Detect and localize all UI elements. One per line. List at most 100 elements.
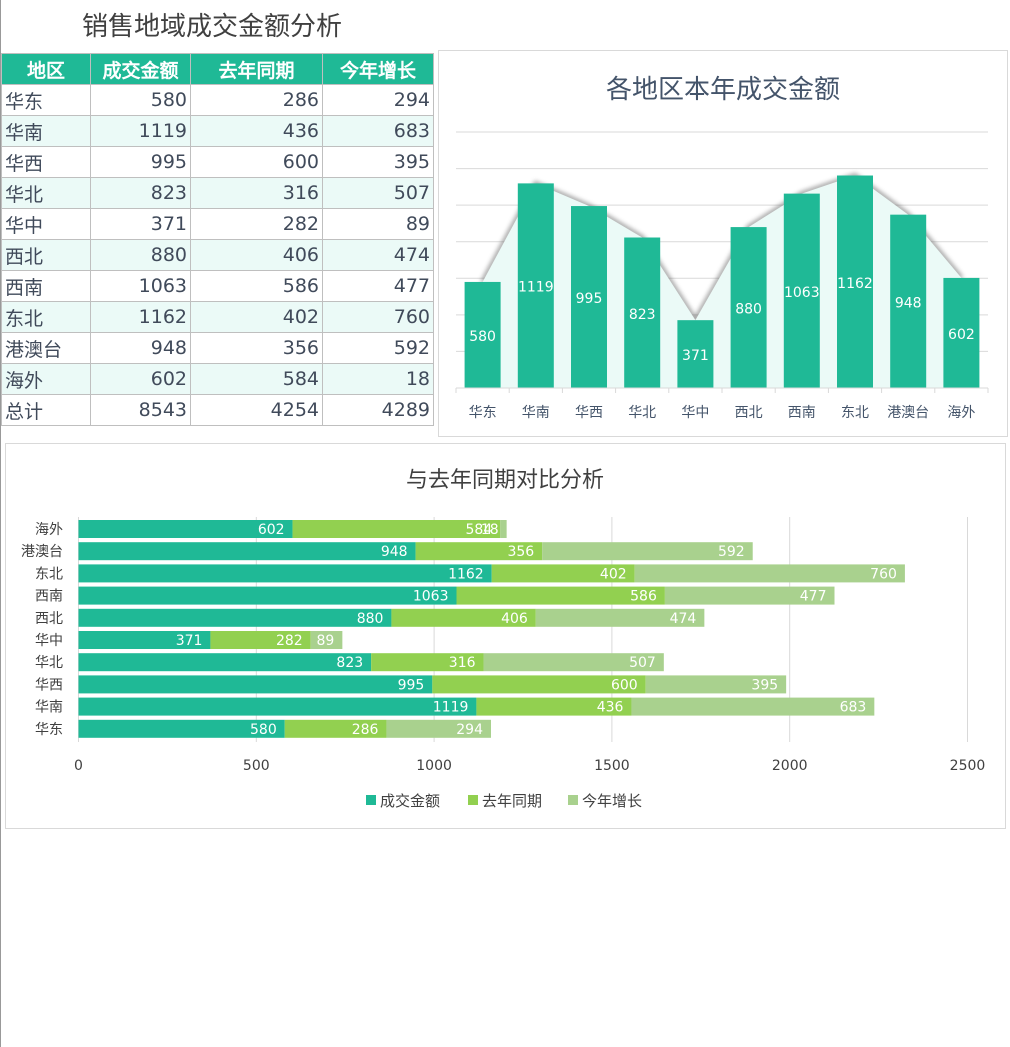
bar-segment — [78, 697, 477, 716]
table-cell: 总计 — [1, 394, 91, 426]
bar-segment — [634, 564, 905, 583]
data-label: 760 — [870, 566, 897, 582]
bar-segment — [78, 675, 433, 694]
table-cell: 282 — [190, 208, 323, 240]
table-cell: 477 — [322, 270, 434, 302]
x-tick-label: 1500 — [594, 758, 630, 774]
table-cell: 683 — [322, 115, 434, 147]
data-label: 316 — [449, 655, 476, 671]
data-label: 1162 — [837, 276, 873, 292]
column-header: 成交金额 — [90, 53, 191, 85]
table-row: 海外 602 584 18 — [1, 363, 434, 395]
legend-swatch — [366, 795, 376, 805]
table-cell: 1162 — [90, 301, 191, 333]
table-row: 华北 823 316 507 — [1, 177, 434, 209]
bar-segment — [78, 608, 392, 627]
data-label: 880 — [735, 302, 762, 318]
comparison-chart: 与去年同期对比分析 0 500 1000 1500 2000 2500 华东 580 286 294… — [21, 468, 985, 810]
data-label: 602 — [258, 522, 285, 538]
table-cell: 89 — [322, 208, 434, 240]
x-tick-label: 东北 — [841, 405, 869, 421]
table-cell: 华南 — [1, 115, 91, 147]
table-cell: 580 — [90, 84, 191, 116]
data-label: 600 — [611, 677, 638, 693]
x-tick-label: 华南 — [522, 405, 550, 421]
region-sales-chart: 各地区本年成交金额 580 华东 1119 华南 995 华西 823 华北 371 华中 880 西北… — [455, 75, 989, 421]
data-label: 1162 — [448, 566, 484, 582]
data-label: 356 — [507, 544, 534, 560]
data-label: 1063 — [413, 589, 449, 605]
x-tick-label: 西南 — [788, 405, 816, 421]
data-label: 602 — [948, 327, 975, 343]
data-label: 18 — [481, 522, 499, 538]
data-label: 477 — [800, 589, 827, 605]
table-cell: 华中 — [1, 208, 91, 240]
table-cell: 8543 — [90, 394, 191, 426]
table-cell: 316 — [190, 177, 323, 209]
data-label: 436 — [597, 700, 624, 716]
data-label: 371 — [176, 633, 203, 649]
table-cell: 1063 — [90, 270, 191, 302]
data-label: 395 — [751, 677, 778, 693]
table-row: 西南 1063 586 477 — [1, 270, 434, 302]
y-tick-label: 西北 — [35, 611, 63, 627]
bar-segment — [78, 542, 416, 561]
data-label: 294 — [456, 722, 483, 738]
table-cell: 948 — [90, 332, 191, 364]
data-label: 580 — [250, 722, 277, 738]
table-cell: 474 — [322, 239, 434, 271]
chart-panel-region-sales: 各地区本年成交金额 580 华东 1119 华南 995 华西 823 华北 371 华中 880 西北… — [438, 50, 1008, 437]
data-label: 948 — [381, 544, 408, 560]
x-tick-label: 华东 — [469, 405, 497, 421]
legend-label: 成交金额 — [380, 792, 440, 810]
data-label: 823 — [336, 655, 363, 671]
y-tick-label: 华中 — [35, 633, 63, 649]
x-tick-label: 港澳台 — [887, 405, 929, 421]
y-tick-label: 华北 — [35, 655, 63, 671]
table-row: 东北 1162 402 760 — [1, 301, 434, 333]
table-cell: 507 — [322, 177, 434, 209]
table-cell: 4289 — [322, 394, 434, 426]
chart-title: 各地区本年成交金额 — [606, 75, 840, 105]
table-row: 华中 371 282 89 — [1, 208, 434, 240]
table-cell: 1119 — [90, 115, 191, 147]
table-cell: 995 — [90, 146, 191, 178]
chart-panel-comparison: 与去年同期对比分析 0 500 1000 1500 2000 2500 华东 580 286 294… — [5, 443, 1006, 829]
table-cell: 402 — [190, 301, 323, 333]
table-cell: 880 — [90, 239, 191, 271]
data-label: 507 — [629, 655, 656, 671]
table-row: 华南 1119 436 683 — [1, 115, 434, 147]
x-tick-label: 华中 — [681, 405, 709, 421]
bar-segment — [500, 520, 507, 538]
table-cell: 356 — [190, 332, 323, 364]
x-tick-label: 2000 — [772, 758, 808, 774]
table-cell: 东北 — [1, 301, 91, 333]
data-label: 406 — [501, 611, 528, 627]
page-title: 销售地域成交金额分析 — [82, 12, 343, 42]
table-cell: 406 — [190, 239, 323, 271]
data-label: 402 — [600, 566, 627, 582]
table-cell: 584 — [190, 363, 323, 395]
bar-segment — [78, 653, 372, 672]
chart-title: 与去年同期对比分析 — [406, 468, 604, 493]
data-label: 683 — [840, 700, 867, 716]
table-cell: 华西 — [1, 146, 91, 178]
x-tick-label: 华西 — [575, 405, 603, 421]
table-cell: 823 — [90, 177, 191, 209]
table-cell: 586 — [190, 270, 323, 302]
x-tick-label: 海外 — [947, 405, 975, 421]
data-label: 286 — [352, 722, 379, 738]
data-label: 880 — [357, 611, 384, 627]
table-cell: 436 — [190, 115, 323, 147]
data-label: 371 — [682, 348, 709, 364]
legend-swatch — [468, 795, 478, 805]
bar-segment — [631, 697, 875, 716]
data-label: 592 — [718, 544, 745, 560]
sales-table: 地区 成交金额 去年同期 今年增长 华东 580 286 294 华南 1119 436 683 华西… — [1, 53, 434, 426]
table-row: 华东 580 286 294 — [1, 84, 434, 116]
y-tick-label: 西南 — [35, 589, 63, 605]
data-label: 995 — [398, 677, 425, 693]
table-cell: 港澳台 — [1, 332, 91, 364]
total-row: 总计 8543 4254 4289 — [1, 394, 434, 426]
area-series — [482, 175, 962, 388]
